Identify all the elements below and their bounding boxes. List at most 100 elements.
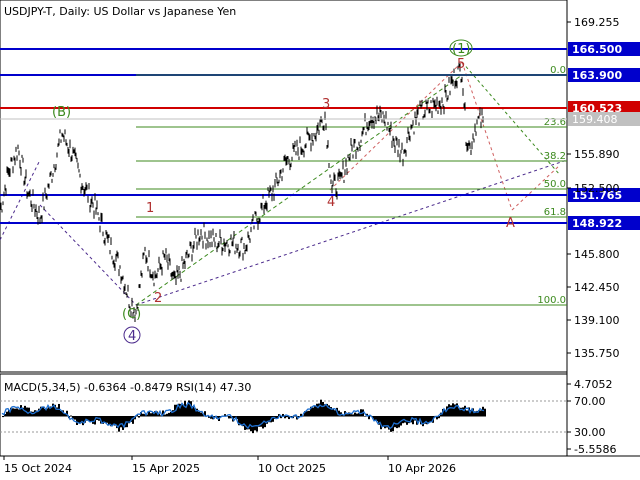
wave-label-6: (B) xyxy=(52,105,71,120)
ind-tick-label-1: 70.00 xyxy=(574,395,606,408)
x-tick-label-0: 15 Oct 2024 xyxy=(4,462,72,475)
macd-bar-306 xyxy=(306,411,308,417)
x-tick-label-2: 10 Oct 2025 xyxy=(258,462,326,475)
time-axis: 15 Oct 2024 15 Apr 2025 10 Oct 2025 10 Apr … xyxy=(3,456,456,475)
macd-bar-466 xyxy=(466,410,468,417)
macd-bar-322 xyxy=(322,401,324,417)
macd-bar-332 xyxy=(332,409,334,417)
macd-bar-142 xyxy=(142,413,144,417)
purple-dashed-down xyxy=(39,204,137,306)
macd-bar-354 xyxy=(354,412,356,417)
purple-dashed-left xyxy=(0,159,41,241)
macd-bar-106 xyxy=(106,416,108,423)
main-plot-frame xyxy=(0,0,568,373)
macd-bar-190 xyxy=(190,401,192,417)
macd-bar-450 xyxy=(450,405,452,417)
macd-bar-356 xyxy=(356,413,358,417)
macd-bar-484 xyxy=(484,408,486,417)
macd-bar-228 xyxy=(228,416,230,419)
macd-bar-480 xyxy=(480,410,482,417)
macd-bar-312 xyxy=(312,407,314,417)
y-tick-label-9: 145.800 xyxy=(574,248,620,261)
macd-bar-320 xyxy=(320,399,322,417)
fib-label-4: 61.8 xyxy=(544,207,566,218)
macd-bar-6 xyxy=(6,411,8,417)
macd-bar-76 xyxy=(76,416,78,425)
indicator-title: MACD(5,34,5) -0.6364 -0.8479 RSI(14) 47.… xyxy=(4,381,251,394)
fibonacci-levels: 0.023.638.250.061.8100.0 xyxy=(136,65,567,306)
macd-bar-70 xyxy=(70,415,72,417)
key-level-label-1: 163.900 xyxy=(572,69,622,82)
key-levels: 166.500163.900160.523151.765148.922 xyxy=(0,42,640,230)
macd-bar-150 xyxy=(150,413,152,417)
macd-bar-394 xyxy=(394,416,396,428)
x-tick-label-3: 10 Apr 2026 xyxy=(388,462,456,475)
macd-bar-166 xyxy=(166,413,168,417)
macd-bar-448 xyxy=(448,404,450,417)
key-level-label-4: 148.922 xyxy=(572,217,622,230)
macd-bar-90 xyxy=(90,416,92,422)
macd-bar-482 xyxy=(482,406,484,417)
macd-bar-200 xyxy=(200,412,202,417)
fib-label-0: 0.0 xyxy=(550,65,566,76)
macd-bar-254 xyxy=(254,416,256,431)
macd-bar-164 xyxy=(164,414,166,417)
macd-bar-350 xyxy=(350,414,352,417)
trend-lines xyxy=(0,61,568,306)
macd-bar-396 xyxy=(396,416,398,429)
current-price-label: 159.408 xyxy=(572,113,618,126)
ind-tick-label-0: 4.7052 xyxy=(574,378,613,391)
macd-bar-82 xyxy=(82,416,84,426)
chart-root: USDJPY-T, Daily: US Dollar vs Japanese Y… xyxy=(0,0,640,480)
chart-title: USDJPY-T, Daily: US Dollar vs Japanese Y… xyxy=(4,5,236,18)
wave-label-9: A xyxy=(506,216,515,231)
chart-svg: USDJPY-T, Daily: US Dollar vs Japanese Y… xyxy=(0,0,640,475)
macd-bar-334 xyxy=(334,410,336,417)
wave-label-7: (C) xyxy=(122,307,141,322)
y-tick-label-10: 142.450 xyxy=(574,281,620,294)
y-tick-label-12: 135.750 xyxy=(574,347,620,360)
wave-label-1: 5 xyxy=(457,57,465,72)
y-tick-label-11: 139.100 xyxy=(574,314,620,327)
macd-bar-20 xyxy=(20,405,22,417)
x-tick-label-1: 15 Apr 2025 xyxy=(132,462,200,475)
macd-bar-120 xyxy=(120,416,122,428)
ind-tick-label-3: -5.5586 xyxy=(574,443,616,456)
fib-label-5: 100.0 xyxy=(537,295,566,306)
fib-label-2: 38.2 xyxy=(544,151,566,162)
macd-bar-252 xyxy=(252,416,254,434)
macd-bar-2 xyxy=(2,416,4,418)
macd-bar-314 xyxy=(314,405,316,417)
macd-bar-352 xyxy=(352,414,354,417)
macd-bar-422 xyxy=(422,416,424,427)
macd-bar-184 xyxy=(184,400,186,417)
key-level-label-0: 166.500 xyxy=(572,43,622,56)
wave-labels: (1)53412(B)(C)4A xyxy=(52,39,515,344)
y-tick-label-0: 169.255 xyxy=(574,16,620,29)
macd-bar-452 xyxy=(452,403,454,417)
ind-tick-label-2: 30.00 xyxy=(574,426,606,439)
macd-bar-18 xyxy=(18,409,20,417)
macd-bar-42 xyxy=(42,407,44,417)
macd-bar-14 xyxy=(14,408,16,417)
fib-label-3: 50.0 xyxy=(544,179,566,190)
macd-bar-198 xyxy=(198,411,200,417)
y-tick-label-5: 155.890 xyxy=(574,148,620,161)
macd-bar-256 xyxy=(256,416,258,432)
rsi-line xyxy=(1,401,485,430)
y-tick-label-6: 152.500 xyxy=(574,182,620,195)
red-dashed-wave xyxy=(329,61,463,191)
projection-line-red xyxy=(461,61,513,211)
macd-bar-346 xyxy=(346,414,348,417)
macd-bar-364 xyxy=(364,416,366,417)
macd-bar-168 xyxy=(168,412,170,417)
wave-label-5: 2 xyxy=(154,291,162,306)
macd-bar-58 xyxy=(58,403,60,417)
macd-bar-244 xyxy=(244,416,246,430)
wave-label-4: 1 xyxy=(146,201,154,216)
wave-label-3: 4 xyxy=(327,195,335,210)
macd-bar-16 xyxy=(16,408,18,417)
wave-label-2: 3 xyxy=(322,97,330,112)
macd-bar-390 xyxy=(390,416,392,432)
price-series: 159.408 xyxy=(0,60,640,323)
